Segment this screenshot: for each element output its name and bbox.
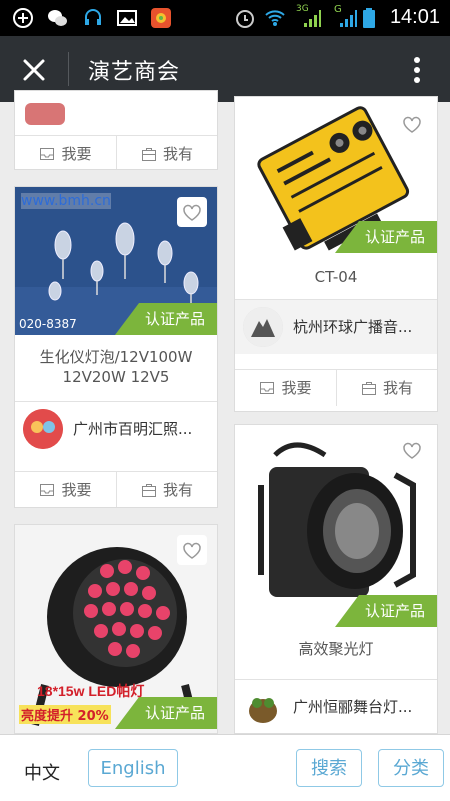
- product-name-line: 生化仪灯泡/12V100W: [39, 348, 193, 366]
- want-button[interactable]: 我要: [15, 472, 116, 507]
- header-divider: [68, 52, 69, 86]
- product-name-line: 12V20W 12V5: [62, 368, 170, 386]
- product-card[interactable]: www.bmh.cn 020-8387 认证产品 生化仪灯泡/12V100W 1…: [14, 186, 218, 508]
- briefcase-icon: [141, 148, 156, 161]
- close-icon[interactable]: [20, 56, 48, 84]
- bottom-toolbar: 中文 English 搜索 分类: [0, 734, 450, 801]
- image-icon: [117, 10, 137, 26]
- product-card[interactable]: 认证产品 CT-04 杭州环球广播音... 我要 我有: [234, 96, 438, 412]
- signal-icon-2: [340, 10, 357, 27]
- product-card[interactable]: 18*15w LED帕灯 亮度提升 20% 认证产品: [14, 524, 218, 734]
- signal-icon: [304, 10, 321, 27]
- alarm-icon: [236, 10, 254, 28]
- more-options-icon[interactable]: [414, 56, 420, 84]
- status-bar: 3G G 14:01: [0, 0, 450, 36]
- avatar: [243, 687, 283, 727]
- have-button[interactable]: 我有: [336, 370, 437, 406]
- seller-name: 广州恒郦舞台灯...: [293, 698, 413, 716]
- action-bar: 我要 我有: [235, 369, 437, 406]
- product-card[interactable]: 我要 我有: [14, 90, 218, 170]
- seller-name: 广州市百明汇照...: [73, 420, 193, 438]
- have-label: 我有: [382, 379, 413, 397]
- inbox-icon: [40, 148, 55, 160]
- product-name: 高效聚光灯: [298, 640, 374, 658]
- search-button[interactable]: 搜索: [296, 749, 362, 787]
- favorite-button[interactable]: [177, 197, 207, 227]
- have-button[interactable]: 我有: [116, 472, 217, 507]
- want-label: 我要: [281, 379, 312, 397]
- category-button[interactable]: 分类: [378, 749, 444, 787]
- wechat-icon: [48, 10, 67, 26]
- avatar: [23, 409, 63, 449]
- favorite-button[interactable]: [177, 535, 207, 565]
- seller-row[interactable]: 广州恒郦舞台灯...: [235, 679, 437, 733]
- language-english-button[interactable]: English: [88, 749, 178, 787]
- image-caption: 亮度提升 20%: [19, 705, 111, 724]
- seller-name: 杭州环球广播音...: [293, 318, 413, 336]
- want-label: 我要: [61, 145, 92, 163]
- have-button[interactable]: 我有: [116, 136, 217, 169]
- have-label: 我有: [162, 481, 193, 499]
- briefcase-icon: [361, 382, 376, 395]
- image-watermark: www.bmh.cn: [21, 193, 111, 209]
- heart-icon: [403, 116, 421, 133]
- inbox-icon: [40, 484, 55, 496]
- heart-icon: [403, 442, 421, 459]
- briefcase-icon: [141, 484, 156, 497]
- favorite-button[interactable]: [397, 435, 427, 465]
- wifi-icon: [265, 10, 285, 26]
- seller-row[interactable]: 广州市百明汇照...: [15, 401, 217, 456]
- language-chinese-button[interactable]: 中文: [24, 759, 60, 785]
- action-bar: 我要 我有: [15, 471, 217, 507]
- favorite-button[interactable]: [397, 109, 427, 139]
- clock: 14:01: [389, 6, 440, 28]
- page-title: 演艺商会: [88, 60, 181, 85]
- want-button[interactable]: 我要: [15, 136, 116, 169]
- action-bar: 我要 我有: [15, 135, 217, 169]
- product-image-fragment: [25, 103, 65, 125]
- add-circle-icon: [13, 8, 33, 28]
- have-label: 我有: [162, 145, 193, 163]
- battery-icon: [363, 8, 375, 28]
- app-store-icon: [151, 8, 171, 28]
- image-caption: 18*15w LED帕灯: [37, 683, 145, 699]
- product-name: 生化仪灯泡/12V100W 12V20W 12V5: [15, 347, 217, 387]
- want-button[interactable]: 我要: [235, 370, 336, 406]
- avatar: [243, 307, 283, 347]
- seller-row[interactable]: 杭州环球广播音...: [235, 299, 437, 354]
- headset-icon: [85, 9, 101, 25]
- product-card[interactable]: 认证产品 高效聚光灯 广州恒郦舞台灯...: [234, 424, 438, 734]
- heart-icon: [183, 204, 201, 221]
- want-label: 我要: [61, 481, 92, 499]
- image-phone-text: 020-8387: [19, 317, 77, 331]
- inbox-icon: [260, 382, 275, 394]
- product-name: CT-04: [314, 268, 358, 286]
- heart-icon: [183, 542, 201, 559]
